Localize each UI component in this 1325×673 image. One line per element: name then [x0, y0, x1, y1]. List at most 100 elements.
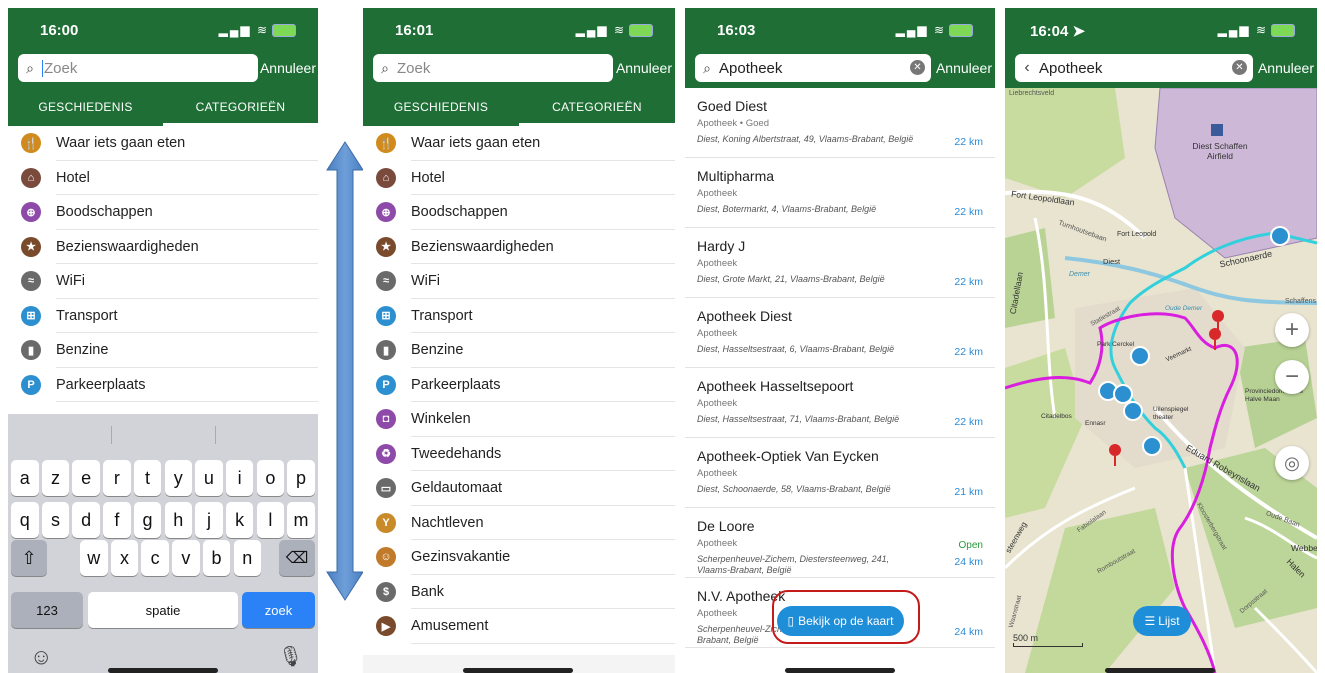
category-item[interactable]: 🍴 Waar iets gaan eten [8, 126, 318, 161]
scale-bar: 500 m [1013, 633, 1083, 647]
status-icons: ▂▄▆ ≋ [576, 23, 653, 38]
key-p[interactable]: p [287, 460, 315, 496]
category-item[interactable]: ☺ Gezinsvakantie [363, 540, 675, 575]
category-item[interactable]: ★ Bezienswaardigheden [363, 230, 675, 265]
tab-history[interactable]: GESCHIEDENIS [8, 88, 163, 126]
key-l[interactable]: l [256, 502, 285, 538]
pharmacy-marker[interactable] [1123, 401, 1143, 421]
cancel-button[interactable]: Annuleer [936, 60, 992, 76]
clear-icon[interactable]: ✕ [910, 60, 925, 75]
space-key[interactable]: spatie [88, 592, 238, 628]
key-r[interactable]: r [103, 460, 131, 496]
search-input[interactable]: ⌕ Apotheek ✕ [695, 54, 931, 82]
category-item[interactable]: ⊕ Boodschappen [363, 195, 675, 230]
result-item[interactable]: Multipharma Apotheek Diest, Botermarkt, 4,… [685, 158, 995, 228]
result-item[interactable]: Apotheek Hasseltsepoort Apotheek Diest, Ha… [685, 368, 995, 438]
list-button[interactable]: ☰ Lijst [1133, 606, 1191, 636]
key-z[interactable]: z [41, 460, 70, 496]
back-chevron-icon[interactable]: ‹ [1015, 59, 1039, 77]
key-x[interactable]: x [110, 540, 139, 576]
zoom-out-button[interactable]: − [1275, 360, 1309, 394]
pharmacy-marker[interactable] [1270, 226, 1290, 246]
category-item[interactable]: ♻ Tweedehands [363, 437, 675, 472]
key-n[interactable]: n [233, 540, 261, 576]
fuel-icon: ▮ [376, 340, 396, 361]
result-item[interactable]: De Loore Apotheek Scherpenheuvel-Zichem, D… [685, 508, 995, 578]
category-item[interactable]: ▮ Benzine [8, 333, 318, 368]
key-e[interactable]: e [72, 460, 100, 496]
zoom-in-button[interactable]: + [1275, 313, 1309, 347]
key-m[interactable]: m [287, 502, 315, 538]
cancel-button[interactable]: Annuleer [1258, 60, 1314, 76]
result-item[interactable]: Hardy J Apotheek Diest, Grote Markt, 21, V… [685, 228, 995, 298]
microphone-icon[interactable]: 🎙 [278, 644, 303, 669]
search-key[interactable]: zoek [242, 592, 315, 628]
result-item[interactable]: Apotheek-Optiek Van Eycken Apotheek Diest,… [685, 438, 995, 508]
bed-icon: ⌂ [376, 167, 396, 188]
key-t[interactable]: t [133, 460, 162, 496]
category-item[interactable]: Y Nachtleven [363, 506, 675, 541]
category-item[interactable]: ⊕ Boodschappen [8, 195, 318, 230]
search-input[interactable]: ‹ Apotheek ✕ [1015, 54, 1253, 82]
key-d[interactable]: d [72, 502, 100, 538]
key-o[interactable]: o [256, 460, 285, 496]
category-item[interactable]: P Parkeerplaats [8, 368, 318, 403]
pharmacy-marker[interactable] [1142, 436, 1162, 456]
numbers-key[interactable]: 123 [11, 592, 83, 628]
category-item[interactable]: ⌂ Hotel [8, 161, 318, 196]
tab-history[interactable]: GESCHIEDENIS [363, 88, 519, 126]
emoji-icon[interactable]: ☺ [30, 644, 52, 670]
category-item[interactable]: ▭ Geldautomaat [363, 471, 675, 506]
key-f[interactable]: f [103, 502, 131, 538]
result-distance: 22 km [954, 346, 983, 358]
search-input[interactable]: ⌕ Zoek [18, 54, 258, 82]
category-item[interactable]: ▶ Amusement [363, 609, 675, 644]
category-item[interactable]: ⊞ Transport [363, 299, 675, 334]
category-item[interactable]: ⊞ Transport [8, 299, 318, 334]
key-u[interactable]: u [195, 460, 223, 496]
home-indicator [463, 668, 573, 673]
category-item[interactable]: $ Bank [363, 575, 675, 610]
category-item[interactable]: ◘ Winkelen [363, 402, 675, 437]
key-w[interactable]: w [80, 540, 108, 576]
key-h[interactable]: h [164, 502, 192, 538]
result-distance: 22 km [954, 276, 983, 288]
key-a[interactable]: a [11, 460, 39, 496]
backspace-key[interactable]: ⌫ [279, 540, 315, 576]
pharmacy-marker[interactable] [1113, 384, 1133, 404]
tab-categories[interactable]: CATEGORIEËN [519, 88, 675, 126]
key-c[interactable]: c [141, 540, 169, 576]
cancel-button[interactable]: Annuleer [616, 60, 672, 76]
cart-icon: ⊕ [376, 202, 396, 223]
clear-icon[interactable]: ✕ [1232, 60, 1247, 75]
key-j[interactable]: j [195, 502, 223, 538]
category-item[interactable]: P Parkeerplaats [363, 368, 675, 403]
key-b[interactable]: b [202, 540, 231, 576]
category-item[interactable]: ⌂ Hotel [363, 161, 675, 196]
view-on-map-button[interactable]: ▯ Bekijk op de kaart [777, 606, 904, 636]
category-item[interactable]: ≈ WiFi [363, 264, 675, 299]
star-icon: ★ [376, 236, 396, 257]
key-q[interactable]: q [11, 502, 39, 538]
map-canvas[interactable] [1005, 88, 1317, 673]
pharmacy-marker[interactable] [1130, 346, 1150, 366]
key-v[interactable]: v [172, 540, 200, 576]
cancel-button[interactable]: Annuleer [260, 60, 316, 76]
map-view[interactable]: Diest Schaffen Airfield Liebrechtsveld F… [1005, 88, 1317, 673]
shift-key[interactable]: ⇧ [11, 540, 47, 576]
tab-categories[interactable]: CATEGORIEËN [163, 88, 318, 126]
locate-me-button[interactable]: ◎ [1275, 446, 1309, 480]
key-y[interactable]: y [164, 460, 192, 496]
key-s[interactable]: s [41, 502, 70, 538]
result-item[interactable]: Apotheek Diest Apotheek Diest, Hasseltsest… [685, 298, 995, 368]
search-input[interactable]: ⌕ Zoek [373, 54, 613, 82]
category-item[interactable]: ▮ Benzine [363, 333, 675, 368]
location-arrow-icon: ➤ [1072, 23, 1086, 40]
category-item[interactable]: ≈ WiFi [8, 264, 318, 299]
key-g[interactable]: g [133, 502, 162, 538]
key-i[interactable]: i [225, 460, 254, 496]
result-item[interactable]: Goed Diest Apotheek • Goed Diest, Koning A… [685, 88, 995, 158]
category-item[interactable]: ★ Bezienswaardigheden [8, 230, 318, 265]
key-k[interactable]: k [225, 502, 254, 538]
category-item[interactable]: 🍴 Waar iets gaan eten [363, 126, 675, 161]
